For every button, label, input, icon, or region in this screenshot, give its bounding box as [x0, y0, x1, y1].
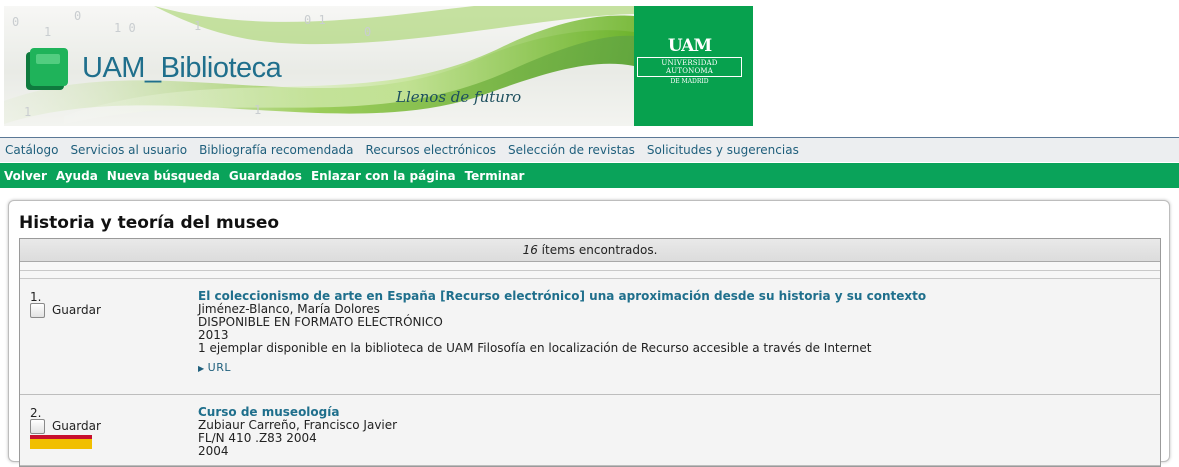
- record-year: 2013: [198, 328, 229, 342]
- nav-seleccion-revistas[interactable]: Selección de revistas: [508, 143, 635, 157]
- record-title-link[interactable]: Curso de museología: [198, 405, 339, 419]
- record-number: 2.: [30, 406, 42, 420]
- save-label: Guardar: [52, 303, 101, 317]
- save-checkbox[interactable]: [30, 419, 45, 434]
- svg-text:1: 1: [24, 105, 31, 119]
- nav-nueva-busqueda[interactable]: Nueva búsqueda: [107, 169, 220, 183]
- record-availability: 1 ejemplar disponible en la biblioteca d…: [198, 341, 872, 355]
- record-details: Curso de museología Zubiaur Carreño, Fra…: [198, 406, 397, 458]
- university-logo: UAM UNIVERSIDAD AUTONOMA DE MADRID: [633, 36, 746, 86]
- record-format: DISPONIBLE EN FORMATO ELECTRÓNICO: [198, 315, 443, 329]
- svg-text:0: 0: [12, 15, 19, 29]
- nav-servicios-usuario[interactable]: Servicios al usuario: [70, 143, 187, 157]
- nav-volver[interactable]: Volver: [4, 169, 47, 183]
- svg-text:1: 1: [194, 19, 201, 33]
- results-divider: [20, 271, 1160, 279]
- record-author: Zubiaur Carreño, Francisco Javier: [198, 418, 398, 432]
- primary-nav: Catálogo Servicios al usuario Bibliografía…: [0, 137, 1179, 162]
- record-title-link[interactable]: El coleccionismo de arte en España [Recu…: [198, 289, 926, 303]
- university-name: UNIVERSIDAD AUTONOMA: [637, 57, 742, 77]
- svg-text:1: 1: [254, 103, 261, 117]
- url-link[interactable]: ▶ URL: [198, 361, 231, 375]
- save-label: Guardar: [52, 419, 101, 433]
- nav-enlazar-pagina[interactable]: Enlazar con la página: [311, 169, 456, 183]
- library-logo-text: UAM_Biblioteca: [82, 52, 282, 84]
- nav-terminar[interactable]: Terminar: [465, 169, 525, 183]
- record-year: 2004: [198, 444, 229, 458]
- nav-guardados[interactable]: Guardados: [229, 169, 302, 183]
- language-flag-icon: [30, 435, 92, 449]
- nav-recursos-electronicos[interactable]: Recursos electrónicos: [366, 143, 497, 157]
- url-link-label: URL: [207, 361, 231, 374]
- record-number: 1.: [30, 290, 42, 304]
- university-city: DE MADRID: [670, 78, 709, 85]
- results-count-number: 16: [522, 243, 538, 257]
- svg-text:0: 0: [74, 9, 81, 23]
- record-details: El coleccionismo de arte en España [Recu…: [198, 290, 926, 375]
- nav-bibliografia-recomendada[interactable]: Bibliografía recomendada: [199, 143, 353, 157]
- triangle-right-icon: ▶: [198, 364, 205, 373]
- page-title: Historia y teoría del museo: [19, 213, 280, 233]
- library-logo-icon: [26, 48, 68, 90]
- record-author: Jiménez-Blanco, María Dolores: [198, 302, 380, 316]
- tagline: Llenos de futuro: [396, 88, 522, 106]
- svg-text:0: 0: [364, 25, 371, 39]
- svg-text:1: 1: [44, 25, 51, 39]
- nav-catalogo[interactable]: Catálogo: [5, 143, 58, 157]
- svg-text:1 0: 1 0: [114, 21, 136, 35]
- svg-text:0 1: 0 1: [304, 13, 326, 27]
- secondary-nav: Volver Ayuda Nueva búsqueda Guardados Enlaza…: [0, 163, 1179, 188]
- result-record: 1. Guardar El coleccionismo de arte en E…: [20, 279, 1160, 395]
- results-count-text: ítems encontrados.: [537, 243, 658, 257]
- results-divider: [20, 262, 1160, 271]
- nav-ayuda[interactable]: Ayuda: [56, 169, 98, 183]
- banner-artwork: 0 1 0 1 0 1 0 1 0 1 1 UAM_Biblioteca Llenos de…: [4, 6, 634, 126]
- university-mark: UAM: [667, 36, 712, 56]
- save-checkbox[interactable]: [30, 303, 45, 318]
- record-call-number: FL/N 410 .Z83 2004: [198, 431, 317, 445]
- results-list: 16 ítems encontrados. 1. Guardar El cole…: [19, 238, 1161, 467]
- results-count-bar: 16 ítems encontrados.: [20, 239, 1160, 262]
- nav-solicitudes-sugerencias[interactable]: Solicitudes y sugerencias: [647, 143, 799, 157]
- results-panel: Historia y teoría del museo 16 ítems enc…: [8, 200, 1170, 467]
- result-record: 2. Guardar Curso de museología Zubiaur C…: [20, 395, 1160, 466]
